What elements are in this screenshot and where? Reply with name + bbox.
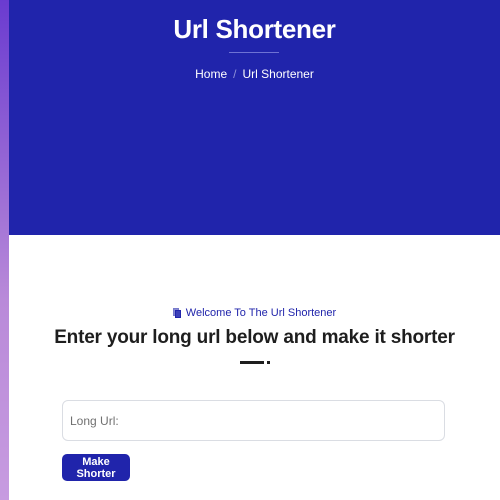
section-headline: Enter your long url below and make it sh… xyxy=(54,327,455,348)
breadcrumb-home-link[interactable]: Home xyxy=(195,67,227,81)
headline-accent-dot xyxy=(267,361,270,364)
breadcrumb-current: Url Shortener xyxy=(242,67,314,81)
left-edge-stripe xyxy=(0,0,9,500)
long-url-input[interactable] xyxy=(62,400,445,441)
title-divider xyxy=(229,52,279,53)
breadcrumb: Home / Url Shortener xyxy=(9,67,500,81)
shortener-section: Welcome To The Url Shortener Enter your … xyxy=(9,235,500,500)
hero-banner: Url Shortener Home / Url Shortener xyxy=(9,0,500,235)
welcome-text: Welcome To The Url Shortener xyxy=(185,307,337,319)
welcome-eyebrow: Welcome To The Url Shortener xyxy=(9,307,500,319)
page-title: Url Shortener xyxy=(173,14,336,44)
make-shorter-button[interactable]: Make Shorter xyxy=(62,454,130,481)
document-icon xyxy=(172,308,181,318)
breadcrumb-separator: / xyxy=(233,67,237,81)
headline-accent-bar xyxy=(240,361,264,364)
